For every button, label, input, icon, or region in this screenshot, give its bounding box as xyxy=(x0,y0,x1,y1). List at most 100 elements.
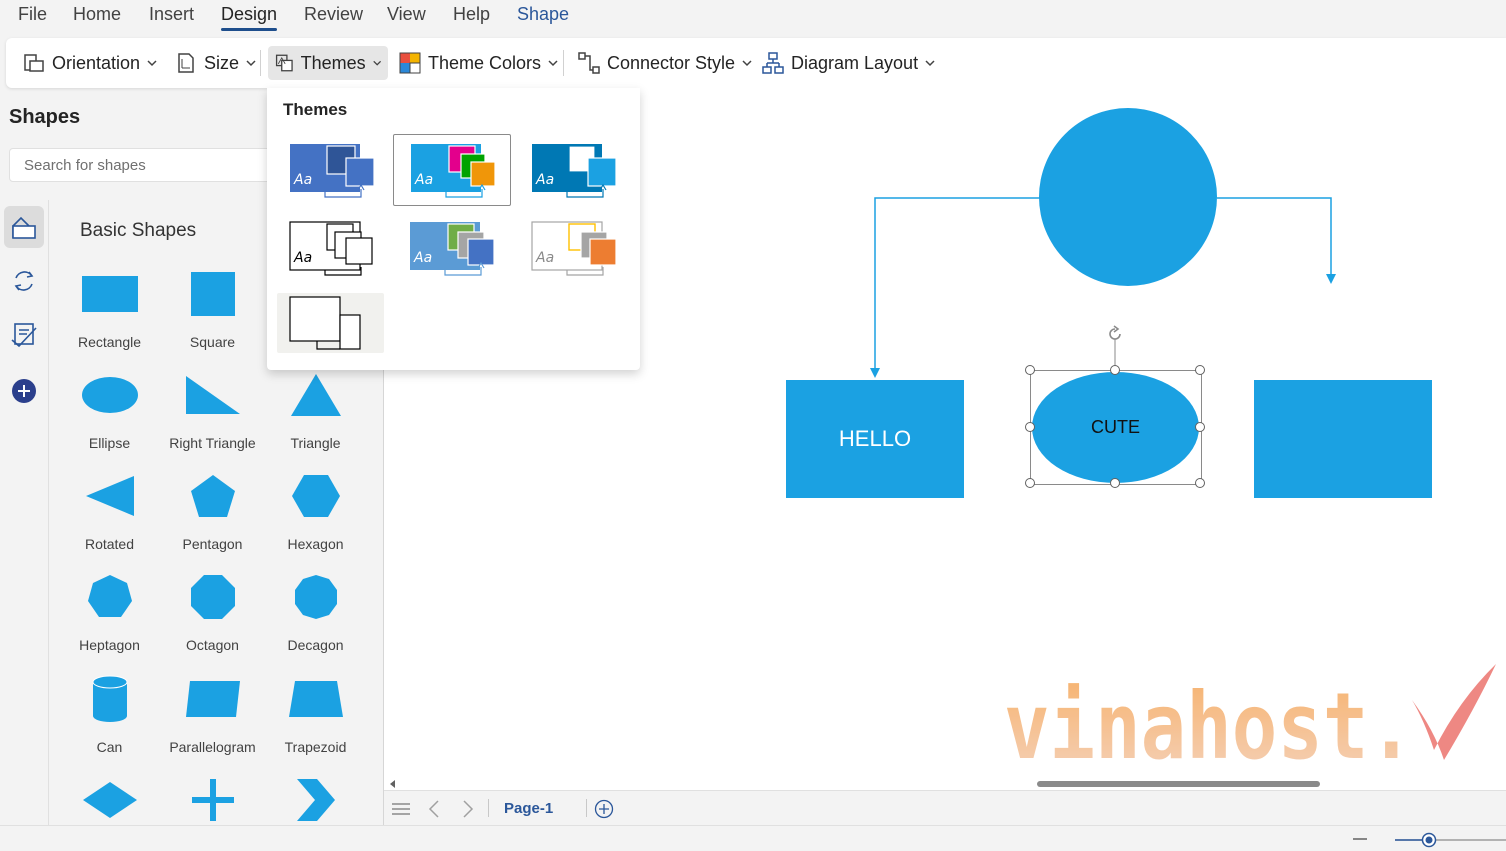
page-bar-separator xyxy=(488,799,489,817)
menu-home[interactable]: Home xyxy=(73,4,121,25)
themes-button[interactable]: Themes xyxy=(268,46,388,80)
horizontal-scrollbar[interactable] xyxy=(384,778,1506,790)
theme-thumbnail: Aa xyxy=(289,221,373,276)
add-circle-icon xyxy=(594,799,614,818)
shape-label: Hexagon xyxy=(287,536,344,552)
page-bar-separator xyxy=(586,799,587,817)
menu-help[interactable]: Help xyxy=(453,4,490,25)
shapes-rail xyxy=(0,200,49,825)
vinahost-watermark-logo: vinahost. xyxy=(1004,664,1496,770)
shape-label: Pentagon xyxy=(182,536,243,552)
all-pages-button[interactable] xyxy=(390,791,412,826)
themes-icon xyxy=(275,54,293,72)
next-page-button[interactable] xyxy=(458,791,478,826)
shapes-panel-title: Shapes xyxy=(9,106,81,128)
stencils-rail-button[interactable] xyxy=(4,314,44,356)
svg-text:Aa: Aa xyxy=(535,172,554,188)
hello-box[interactable]: HELLO xyxy=(786,380,964,498)
shape-rectangle[interactable]: Rectangle xyxy=(58,264,161,364)
selection-box xyxy=(1030,370,1202,485)
shape-diamond[interactable] xyxy=(58,770,161,825)
scrollbar-thumb[interactable] xyxy=(1037,781,1320,787)
chevron-down-icon xyxy=(742,60,752,67)
theme-option-2[interactable]: Aa xyxy=(393,134,511,206)
pentagon-icon xyxy=(190,475,235,517)
theme-option-4[interactable]: Aa xyxy=(273,212,391,284)
previous-page-button[interactable] xyxy=(424,791,444,826)
theme-option-7[interactable] xyxy=(277,293,384,353)
stencil-icon xyxy=(11,323,37,348)
theme-colors-icon xyxy=(399,52,421,74)
shape-label: Trapezoid xyxy=(284,739,347,755)
theme-option-1[interactable]: Aa xyxy=(273,134,391,206)
menu-file[interactable]: File xyxy=(18,4,47,25)
svg-text:Aa: Aa xyxy=(293,172,312,188)
shape-can[interactable]: Can xyxy=(58,669,161,769)
resize-handle-ne[interactable] xyxy=(1195,365,1205,375)
shape-rotated[interactable]: Rotated xyxy=(58,466,161,566)
shape-triangle[interactable]: Triangle xyxy=(264,365,367,465)
size-label: Size xyxy=(204,52,240,73)
resize-handle-se[interactable] xyxy=(1195,478,1205,488)
theme-option-3[interactable]: Aa xyxy=(515,134,633,206)
menu-design[interactable]: Design xyxy=(221,4,278,31)
circle-shape[interactable] xyxy=(1039,108,1217,286)
heptagon-icon xyxy=(87,575,132,617)
resize-handle-e[interactable] xyxy=(1195,422,1205,432)
diagram-layout-icon xyxy=(762,52,784,74)
shape-chevron[interactable] xyxy=(264,770,367,825)
zoom-out-icon[interactable] xyxy=(1352,836,1368,842)
ribbon-separator xyxy=(563,50,564,76)
resize-handle-w[interactable] xyxy=(1025,422,1035,432)
connector-style-label: Connector Style xyxy=(607,52,736,73)
scroll-left-arrow-icon[interactable] xyxy=(388,779,398,789)
shape-parallelogram[interactable]: Parallelogram xyxy=(161,669,264,769)
shape-label: Square xyxy=(189,334,236,350)
theme-thumbnail xyxy=(289,296,361,350)
menu-bar: File Home Insert Design Review View Help… xyxy=(0,0,1506,34)
shape-cross[interactable] xyxy=(161,770,264,825)
chevron-down-icon xyxy=(246,60,256,67)
menu-review[interactable]: Review xyxy=(304,4,363,25)
resize-handle-n[interactable] xyxy=(1110,365,1120,375)
diagram-layout-button[interactable]: Diagram Layout xyxy=(755,46,942,80)
shape-ellipse[interactable]: Ellipse xyxy=(58,365,161,465)
rotate-handle-icon[interactable] xyxy=(1105,324,1125,344)
rectangle-icon xyxy=(81,276,138,312)
basic-shapes-rail-button[interactable] xyxy=(4,206,44,248)
shape-label: Rectangle xyxy=(77,334,142,350)
size-icon xyxy=(178,53,194,73)
shape-heptagon[interactable]: Heptagon xyxy=(58,567,161,667)
shape-octagon[interactable]: Octagon xyxy=(161,567,264,667)
add-page-button[interactable] xyxy=(593,791,615,826)
orientation-button[interactable]: Orientation xyxy=(16,46,164,80)
theme-option-6[interactable]: Aa xyxy=(515,212,633,284)
themes-dropdown: Themes Aa Aa Aa Aa Aa Aa xyxy=(267,88,640,370)
theme-colors-button[interactable]: Theme Colors xyxy=(392,46,565,80)
right-triangle-icon xyxy=(185,376,240,414)
shape-decagon[interactable]: Decagon xyxy=(264,567,367,667)
menu-shape[interactable]: Shape xyxy=(517,4,569,25)
zoom-slider[interactable] xyxy=(1395,830,1506,850)
theme-option-5[interactable]: Aa xyxy=(393,212,511,284)
shape-square[interactable]: Square xyxy=(161,264,264,364)
search-shapes-input[interactable] xyxy=(9,148,309,182)
resize-handle-nw[interactable] xyxy=(1025,365,1035,375)
add-shapes-rail-button[interactable] xyxy=(4,370,44,412)
shape-hexagon[interactable]: Hexagon xyxy=(264,466,367,566)
orientation-icon xyxy=(24,54,44,72)
resize-handle-s[interactable] xyxy=(1110,478,1120,488)
shape-trapezoid[interactable]: Trapezoid xyxy=(264,669,367,769)
parallelogram-icon xyxy=(185,681,240,717)
connector-style-button[interactable]: Connector Style xyxy=(571,46,759,80)
menu-view[interactable]: View xyxy=(387,4,426,25)
shape-right-triangle[interactable]: Right Triangle xyxy=(161,365,264,465)
recent-shapes-rail-button[interactable] xyxy=(4,260,44,302)
shape-pentagon[interactable]: Pentagon xyxy=(161,466,264,566)
menu-insert[interactable]: Insert xyxy=(149,4,194,25)
size-button[interactable]: Size xyxy=(168,46,263,80)
resize-handle-sw[interactable] xyxy=(1025,478,1035,488)
page-tab-page-1[interactable]: Page-1 xyxy=(504,791,553,826)
shape-label: Triangle xyxy=(290,435,341,451)
right-box[interactable] xyxy=(1254,380,1432,498)
